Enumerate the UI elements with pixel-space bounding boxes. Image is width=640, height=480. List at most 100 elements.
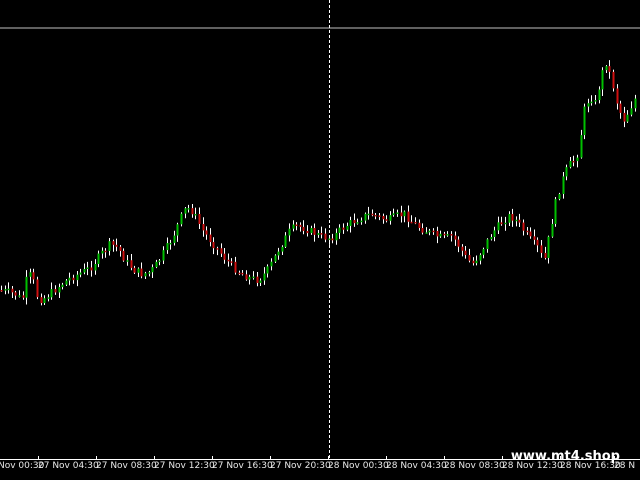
candle-bull [108,241,111,251]
candle-bear [371,213,374,216]
candle-bull [65,280,68,285]
candle-bear [522,222,525,231]
candle-bear [198,213,201,224]
candle-bull [367,213,370,216]
candle-bear [612,71,615,89]
candle-bull [389,215,392,221]
candle-bull [158,260,161,263]
candle-bear [511,214,514,221]
candle-bear [238,272,241,275]
candle-bear [122,250,125,261]
candle-bear [220,248,223,254]
candle-bull [576,157,579,162]
candle-bear [619,103,622,113]
candle-bear [241,272,244,275]
price-chart[interactable] [0,0,640,460]
candle-bull [83,268,86,273]
candle-bear [191,208,194,215]
candle-bear [36,279,39,298]
time-tick-label: 27 Nov 12:30 [154,461,215,471]
candle-bear [378,215,381,217]
candle-bear [342,227,345,230]
candle-bull [475,260,478,264]
candle-bear [209,234,212,243]
candle-bull [266,266,269,274]
candle-bull [126,260,129,262]
candle-bear [454,235,457,240]
candle-bull [515,219,518,222]
candle-bull [169,242,172,245]
candle-bear [468,255,471,261]
candle-bull [310,227,313,234]
candle-bull [281,246,284,252]
candle-bull [554,199,557,224]
candle-bear [302,226,305,231]
candle-bull [180,213,183,225]
candle-bull [144,273,147,277]
candle-bear [608,66,611,72]
candle-bear [407,211,410,222]
candle-bull [29,272,32,277]
candle-bull [558,193,561,200]
candle-bear [623,112,626,122]
candle-bull [360,220,363,223]
candle-bear [464,250,467,256]
candle-bear [115,244,118,247]
candle-bear [234,261,237,273]
candle-bear [223,253,226,260]
candle-bull [497,222,500,231]
candle-bull [346,225,349,230]
candle-bull [626,114,629,122]
candle-bull [403,211,406,217]
candle-bull [194,213,197,216]
candle-bear [533,236,536,240]
candle-bear [202,223,205,231]
candle-bear [245,274,248,280]
candle-bull [356,222,359,224]
candle-bull [328,238,331,240]
candle-bull [155,261,158,268]
candle-bull [583,106,586,136]
candle-bull [364,213,367,221]
candle-bull [162,250,165,261]
candle-bear [443,233,446,236]
candle-bear [299,224,302,227]
candle-bear [212,242,215,249]
candle-bull [148,272,151,274]
candle-bear [295,224,298,226]
candle-bear [40,297,43,304]
candlestick-chart-svg[interactable] [0,0,640,460]
candle-bull [277,251,280,256]
candle-bull [446,234,449,236]
candle-bear [14,292,17,296]
candle-bear [320,233,323,235]
candle-bear [353,220,356,224]
candle-bull [76,274,79,281]
candle-bull [601,70,604,90]
candle-bull [349,220,352,226]
candle-bull [392,213,395,216]
candle-bull [47,297,50,299]
candle-bear [400,212,403,217]
candle-bear [72,277,75,281]
candle-bull [7,288,10,291]
candle-bull [248,276,251,280]
candle-bear [616,88,619,104]
candle-bear [414,221,417,224]
candle-bear [410,221,413,224]
candle-bear [472,260,475,264]
candle-bear [432,230,435,233]
candle-bull [479,254,482,261]
candle-bear [313,227,316,235]
candle-bear [104,250,107,253]
candle-bear [457,239,460,247]
candle-bear [324,233,327,240]
candle-bull [425,232,428,234]
candle-bear [450,234,453,236]
candle-bear [22,295,25,298]
candle-bull [335,232,338,241]
candle-bear [436,230,439,237]
candle-bear [536,239,539,246]
candle-bear [418,222,421,228]
time-tick-label: 27 Nov 04:30 [38,461,99,471]
